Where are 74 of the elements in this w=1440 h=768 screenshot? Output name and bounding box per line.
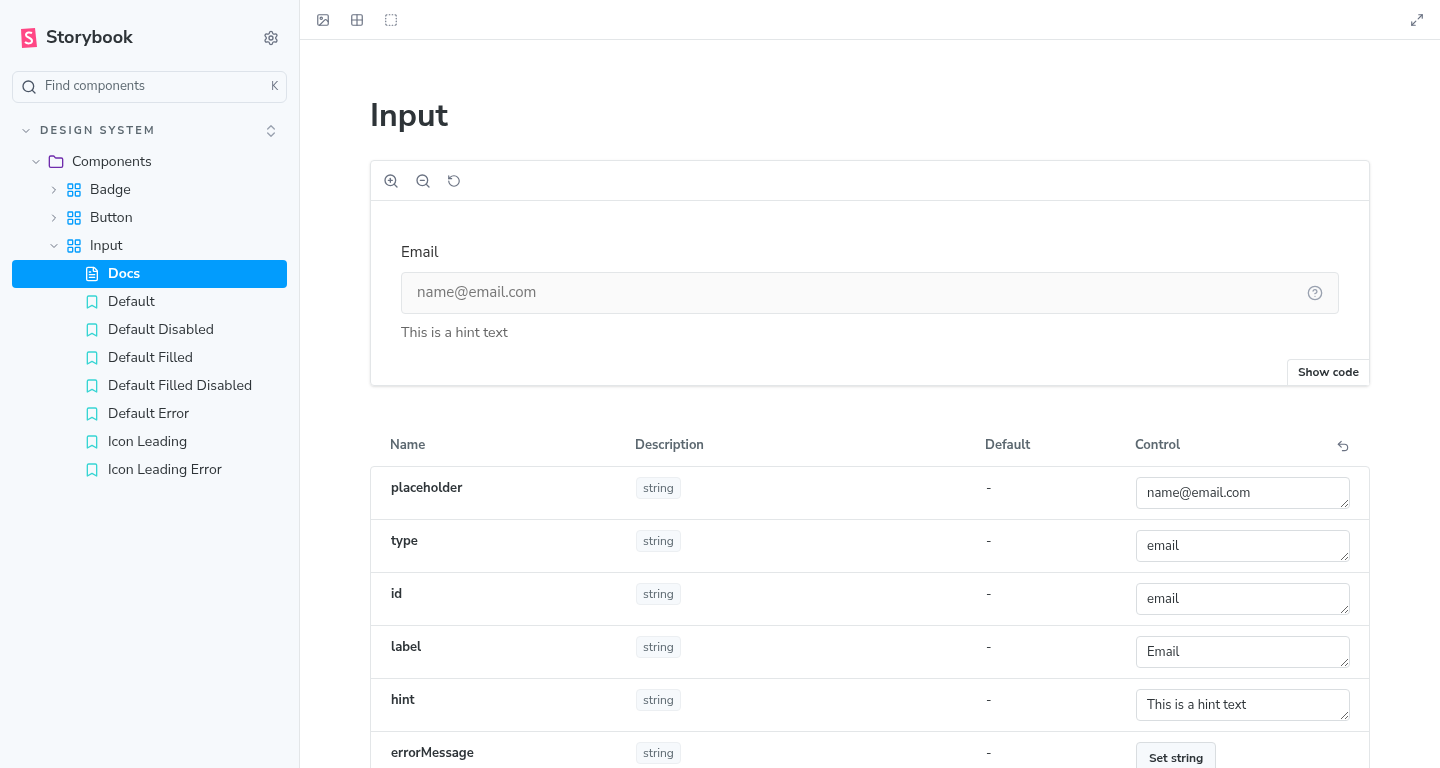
logo-icon [20, 26, 38, 49]
type-tag: string [636, 635, 681, 658]
zoom-in-icon[interactable] [383, 172, 399, 189]
tree-item[interactable]: Icon Leading Error [12, 455, 287, 484]
type-tag: string [636, 741, 681, 764]
bookmark-icon [84, 377, 100, 394]
tree-item[interactable]: Icon Leading [12, 427, 287, 456]
grid-icon[interactable] [350, 12, 364, 27]
tree-item[interactable]: Default Error [12, 399, 287, 428]
component-icon [66, 181, 82, 198]
tree-item[interactable]: Button [12, 203, 287, 232]
column-header: Default [985, 435, 1031, 456]
help-icon [1307, 284, 1323, 301]
column-header: Name [390, 435, 426, 456]
prop-name: hint [391, 689, 416, 710]
fullscreen-icon[interactable] [1410, 12, 1424, 27]
tree-item[interactable]: Input [12, 231, 287, 260]
column-header: Description [635, 435, 704, 456]
type-tag: string [636, 582, 681, 605]
bookmark-icon [84, 349, 100, 366]
column-header: Control [1135, 435, 1181, 456]
bookmark-icon [84, 321, 100, 338]
settings-icon[interactable] [263, 29, 279, 46]
tree-item[interactable]: Default Filled [12, 343, 287, 372]
bookmark-icon [84, 405, 100, 422]
type-tag: string [636, 529, 681, 552]
prop-name: type [391, 530, 419, 551]
tree-item[interactable]: Components [12, 147, 287, 176]
bookmark-icon [84, 461, 100, 478]
tree-item[interactable]: Default Disabled [12, 315, 287, 344]
hint-text: This is a hint text [401, 321, 509, 343]
search-icon [21, 79, 37, 95]
set-string-button[interactable]: Set string [1136, 741, 1217, 768]
reset-zoom-icon[interactable] [447, 173, 461, 188]
shortcut-key: K [271, 78, 278, 96]
reset-icon[interactable] [1336, 438, 1350, 453]
prop-name: placeholder [391, 477, 464, 498]
section-header[interactable]: DESIGN SYSTEM [20, 123, 156, 140]
default-value: - [986, 636, 993, 657]
search-field[interactable]: Find components K [12, 71, 287, 103]
type-tag: string [636, 476, 681, 499]
default-value: - [986, 583, 993, 604]
document-icon [84, 265, 100, 282]
placeholder-text: Find components [45, 77, 146, 97]
tree-item[interactable]: Default [12, 287, 287, 316]
show-code-button[interactable]: Show code [1286, 358, 1369, 385]
image-icon[interactable] [316, 12, 330, 27]
bookmark-icon [84, 433, 100, 450]
tree-item[interactable]: Default Filled Disabled [12, 371, 287, 400]
control-field[interactable]: email [1136, 529, 1350, 562]
dashed-square-icon[interactable] [384, 12, 398, 27]
type-tag: string [636, 688, 681, 711]
control-field[interactable]: name@email.com [1136, 476, 1350, 509]
placeholder-text: name@email.com [417, 281, 538, 304]
component-icon [66, 237, 82, 254]
prop-name: errorMessage [391, 742, 475, 763]
component-icon [66, 209, 82, 226]
control-field[interactable]: email [1136, 582, 1350, 615]
default-value: - [986, 530, 993, 551]
control-field[interactable]: This is a hint text [1136, 688, 1350, 721]
prop-name: id [391, 583, 404, 604]
zoom-out-icon[interactable] [415, 172, 431, 189]
folder-icon [48, 153, 64, 170]
tree-item[interactable]: Badge [12, 175, 287, 204]
brand-name: Storybook [46, 24, 133, 51]
field-label: Email [401, 241, 440, 264]
control-field[interactable]: Email [1136, 635, 1350, 668]
default-value: - [986, 689, 993, 710]
page-title: Input [370, 100, 449, 132]
email-field[interactable]: name@email.com [401, 271, 1339, 314]
prop-name: label [391, 636, 423, 657]
bookmark-icon [84, 293, 100, 310]
default-value: - [986, 742, 993, 763]
default-value: - [986, 477, 993, 498]
